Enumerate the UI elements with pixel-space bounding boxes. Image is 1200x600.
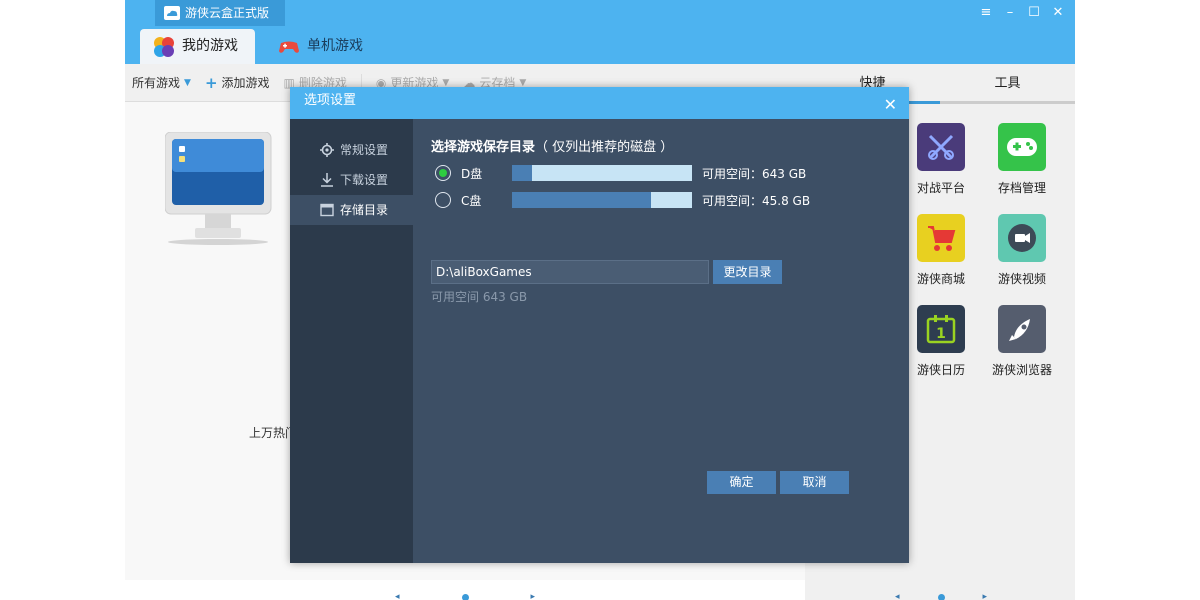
page-dot[interactable] [461,593,469,600]
shortcut-label: 对战平台 [916,181,965,195]
drive-usage-fill [512,192,651,208]
dialog-title: 选项设置 [304,93,357,108]
tab-my-games[interactable]: 我的游戏 [140,29,255,64]
video-icon [998,214,1046,262]
title-bar: 游侠云盒正式版 ≡ – ☐ ✕ 我的游戏 单机游戏 [125,0,1075,64]
plus-icon: + [204,73,218,92]
free-space-hint: 可用空间 643 GB [431,290,528,304]
radio-unselected[interactable] [435,192,451,208]
drive-label: C盘 [461,193,482,208]
left-pager: ◂ ▸ [395,592,535,600]
gamepad-icon [279,41,299,53]
svg-text:1: 1 [936,326,946,342]
drive-usage-bar [512,165,692,181]
minimize-icon[interactable]: – [1003,4,1017,20]
shopping-cart-icon [917,214,965,262]
shortcut-save-manager[interactable]: 存档管理 [981,123,1063,196]
shortcut-label: 游侠视频 [997,272,1046,286]
download-icon [321,173,333,187]
shortcut-battle-platform[interactable]: 对战平台 [900,123,982,196]
shortcut-calendar[interactable]: 1 游侠日历 [900,305,982,378]
sidebar-item-label: 下载设置 [340,173,389,187]
cancel-button[interactable]: 取消 [780,471,849,494]
right-pager: ◂ ▸ [895,592,987,600]
path-input[interactable]: D:\aliBoxGames [431,260,709,284]
sidebar-item-label: 存储目录 [340,203,389,217]
dropdown-arrow-icon: ▼ [442,77,450,88]
calendar-icon: 1 [917,305,965,353]
dropdown-arrow-icon: ▼ [519,77,527,88]
drive-option-d[interactable]: D盘 可用空间：643 GB [435,163,806,183]
options-dialog: 选项设置 ✕ 常规设置 下载设置 存储目录 选择游戏保存目录（ 仅列出推荐的磁盘… [290,87,909,563]
drive-usage-fill [512,165,532,181]
battle-platform-icon [917,123,965,171]
dropdown-arrow-icon: ▼ [184,77,191,88]
rocket-icon [998,305,1046,353]
prev-page-icon[interactable]: ◂ [395,592,400,600]
window-controls: ≡ – ☐ ✕ [979,4,1065,20]
drive-label: D盘 [461,166,483,181]
app-title: 游侠云盒正式版 [155,0,285,26]
shortcut-shop[interactable]: 游侠商城 [900,214,982,287]
folder-icon [320,203,334,217]
my-games-icon [154,37,174,57]
section-title: 选择游戏保存目录（ 仅列出推荐的磁盘 ） [431,136,673,155]
tab-tools[interactable]: 工具 [940,68,1075,104]
save-manager-icon [998,123,1046,171]
prev-page-icon[interactable]: ◂ [895,592,900,600]
shortcut-video[interactable]: 游侠视频 [981,214,1063,287]
shortcut-label: 存档管理 [997,181,1046,195]
monitor-icon [165,132,272,245]
drive-usage-bar [512,192,692,208]
section-note: （ 仅列出推荐的磁盘 ） [535,140,674,155]
dialog-content: 选择游戏保存目录（ 仅列出推荐的磁盘 ） D盘 可用空间：643 GB C盘 可… [413,119,909,563]
next-page-icon[interactable]: ▸ [531,592,536,600]
next-page-icon[interactable]: ▸ [983,592,988,600]
change-directory-button[interactable]: 更改目录 [713,260,782,284]
all-games-label: 所有游戏 [132,76,181,90]
close-icon[interactable]: ✕ [884,91,897,119]
all-games-dropdown[interactable]: 所有游戏 ▼ [132,74,191,91]
section-title-text: 选择游戏保存目录 [431,140,536,155]
shortcut-label: 游侠日历 [916,363,965,377]
shortcut-browser[interactable]: 游侠浏览器 [981,305,1063,378]
menu-icon[interactable]: ≡ [979,4,993,20]
drive-option-c[interactable]: C盘 可用空间：45.8 GB [435,190,810,210]
gear-icon [320,143,334,157]
drive-free-space: 可用空间：45.8 GB [702,193,811,208]
add-game-label: 添加游戏 [221,76,270,90]
ok-button[interactable]: 确定 [707,471,776,494]
tab-label: 我的游戏 [182,38,238,54]
dialog-header: 选项设置 ✕ [290,87,909,119]
radio-selected[interactable] [435,165,451,181]
dialog-sidebar: 常规设置 下载设置 存储目录 [290,119,413,563]
cloud-logo-icon [164,6,180,20]
page-dot[interactable] [937,593,945,600]
sidebar-item-label: 常规设置 [340,143,389,157]
tab-label: 单机游戏 [307,38,363,54]
tab-single-games[interactable]: 单机游戏 [265,29,375,64]
close-icon[interactable]: ✕ [1051,4,1065,20]
sidebar-item-download[interactable]: 下载设置 [290,165,413,195]
sidebar-item-storage[interactable]: 存储目录 [290,195,413,225]
sidebar-item-general[interactable]: 常规设置 [290,135,413,165]
maximize-icon[interactable]: ☐ [1027,4,1041,20]
shortcut-label: 游侠商城 [916,272,965,286]
app-title-text: 游侠云盒正式版 [185,6,270,20]
add-game-button[interactable]: + 添加游戏 [205,74,270,92]
shortcut-label: 游侠浏览器 [991,363,1052,377]
drive-free-space: 可用空间：643 GB [702,166,807,181]
